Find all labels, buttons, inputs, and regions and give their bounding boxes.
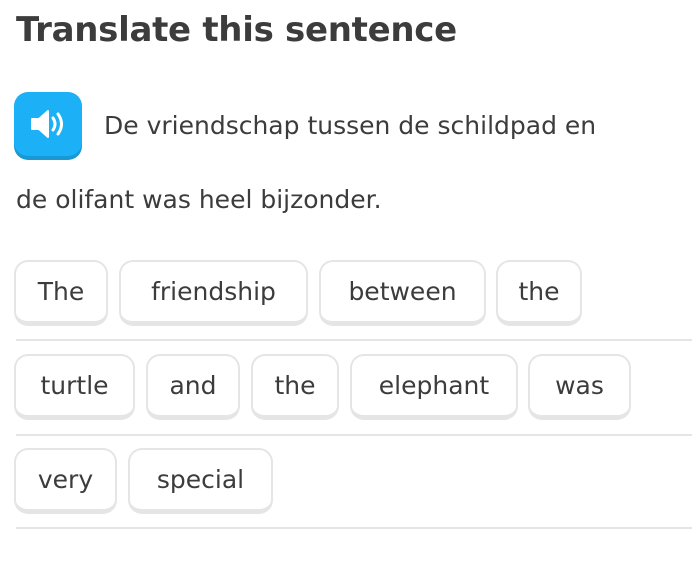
word-chip[interactable]: was (528, 354, 631, 420)
play-audio-button[interactable] (14, 92, 82, 156)
answer-line-divider (16, 527, 692, 529)
word-chip[interactable]: the (496, 260, 582, 326)
answer-line-divider (16, 434, 692, 436)
prompt-sentence-line-2: de olifant was heel bijzonder. (16, 185, 382, 214)
word-chip[interactable]: and (146, 354, 240, 420)
page-title: Translate this sentence (16, 10, 457, 50)
word-chip[interactable]: elephant (350, 354, 518, 420)
word-chip[interactable]: The (14, 260, 108, 326)
prompt-sentence-line-1: De vriendschap tussen de schildpad en (104, 111, 597, 140)
word-chip[interactable]: very (14, 448, 117, 514)
answer-line-divider (16, 339, 692, 341)
word-chip[interactable]: friendship (119, 260, 308, 326)
word-chip[interactable]: turtle (14, 354, 135, 420)
word-chip[interactable]: the (251, 354, 339, 420)
speaker-icon (28, 107, 68, 141)
word-chip[interactable]: between (319, 260, 486, 326)
word-chip[interactable]: special (128, 448, 273, 514)
